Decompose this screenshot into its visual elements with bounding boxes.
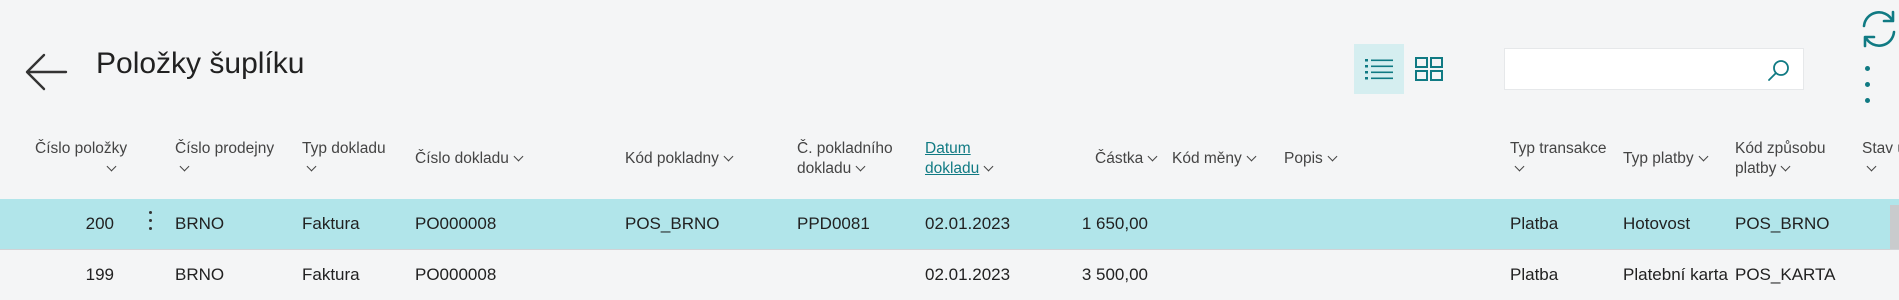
list-view-button[interactable] [1354,44,1404,94]
column-header-cislo-polozky[interactable]: Číslo položky [35,139,127,179]
chevron-down-icon [1514,161,1525,172]
search-icon[interactable] [1767,58,1791,82]
cell-typ-platby: Platební karta [1623,265,1728,284]
column-header-datum-dokladu[interactable]: Datum dokladu [925,139,994,179]
search-input[interactable] [1513,55,1757,85]
back-button[interactable] [24,50,68,94]
chevron-down-icon [1780,161,1791,172]
cell-typ-transakce: Platba [1510,214,1559,233]
cell-cislo-prodejny[interactable]: BRNO [175,214,224,234]
cell-cislo-polozky: 200 [85,214,114,233]
refresh-button[interactable] [1858,8,1899,50]
column-header-kod-meny[interactable]: Kód měny [1172,149,1257,169]
vertical-scrollbar[interactable] [1890,205,1899,249]
cell-c-pokladniho-dokladu: PPD0081 [797,214,870,233]
chevron-down-icon [855,161,866,172]
cell-typ-platby: Hotovost [1623,214,1691,233]
more-vertical-icon [1864,66,1870,71]
column-header-typ-dokladu[interactable]: Typ dokladu [302,139,386,179]
cell-cislo-prodejny[interactable]: BRNO [175,265,224,285]
chevron-down-icon [306,161,317,172]
column-header-kod-zpusobu-platby[interactable]: Kód způsobu platby [1735,139,1826,179]
cell-typ-transakce: Platba [1510,265,1559,284]
cell-typ-dokladu: Faktura [302,214,360,233]
cell-typ-dokladu: Faktura [302,265,360,284]
refresh-icon [1862,10,1896,48]
chevron-down-icon [1147,151,1158,162]
column-header-popis[interactable]: Popis [1284,149,1338,169]
tile-view-button[interactable] [1404,44,1454,94]
chevron-down-icon [723,151,734,162]
chevron-down-icon [513,151,524,162]
chevron-down-icon [1246,151,1257,162]
list-icon [1365,59,1393,80]
table-row[interactable]: 199 BRNO Faktura PO000008 02.01.2023 3 5… [0,249,1899,300]
column-header-stav[interactable]: Stav u [1862,139,1899,179]
arrow-left-icon [25,53,68,91]
more-options-button[interactable] [1860,66,1874,110]
column-header-typ-platby[interactable]: Typ platby [1623,149,1709,169]
table-row-selected[interactable]: 200 BRNO Faktura PO000008 POS_BRNO PPD00… [0,199,1899,249]
more-vertical-icon [148,211,152,214]
column-header-kod-pokladny[interactable]: Kód pokladny [625,149,734,169]
cell-datum-dokladu: 02.01.2023 [925,214,1011,233]
row-actions-button[interactable] [146,211,154,235]
chevron-down-icon [1698,151,1709,162]
column-header-cislo-dokladu[interactable]: Číslo dokladu [415,149,524,169]
search-box[interactable] [1504,48,1804,90]
cell-cislo-dokladu: PO000008 [415,214,497,233]
sort-chevron-icon [983,161,994,172]
cell-cislo-dokladu: PO000008 [415,265,497,284]
chevron-down-icon [106,161,117,172]
page-title: Položky šuplíku [96,47,305,80]
cell-kod-zpusobu-platby: POS_KARTA [1735,265,1836,284]
tiles-icon [1415,57,1443,81]
cell-castka: 1 650,00 [1081,214,1148,233]
cell-kod-pokladny: POS_BRNO [625,214,720,233]
column-header-c-pokladniho-dokladu[interactable]: Č. pokladního dokladu [797,139,893,179]
cell-castka: 3 500,00 [1081,265,1148,284]
cell-cislo-polozky: 199 [85,265,114,284]
cell-datum-dokladu: 02.01.2023 [925,265,1011,284]
column-header-castka[interactable]: Částka [1095,149,1158,169]
chevron-down-icon [179,161,190,172]
chevron-down-icon [1866,161,1877,172]
cell-kod-zpusobu-platby: POS_BRNO [1735,214,1830,233]
chevron-down-icon [1327,151,1338,162]
column-header-typ-transakce[interactable]: Typ transakce [1510,139,1607,179]
column-header-cislo-prodejny[interactable]: Číslo prodejny [175,139,274,179]
